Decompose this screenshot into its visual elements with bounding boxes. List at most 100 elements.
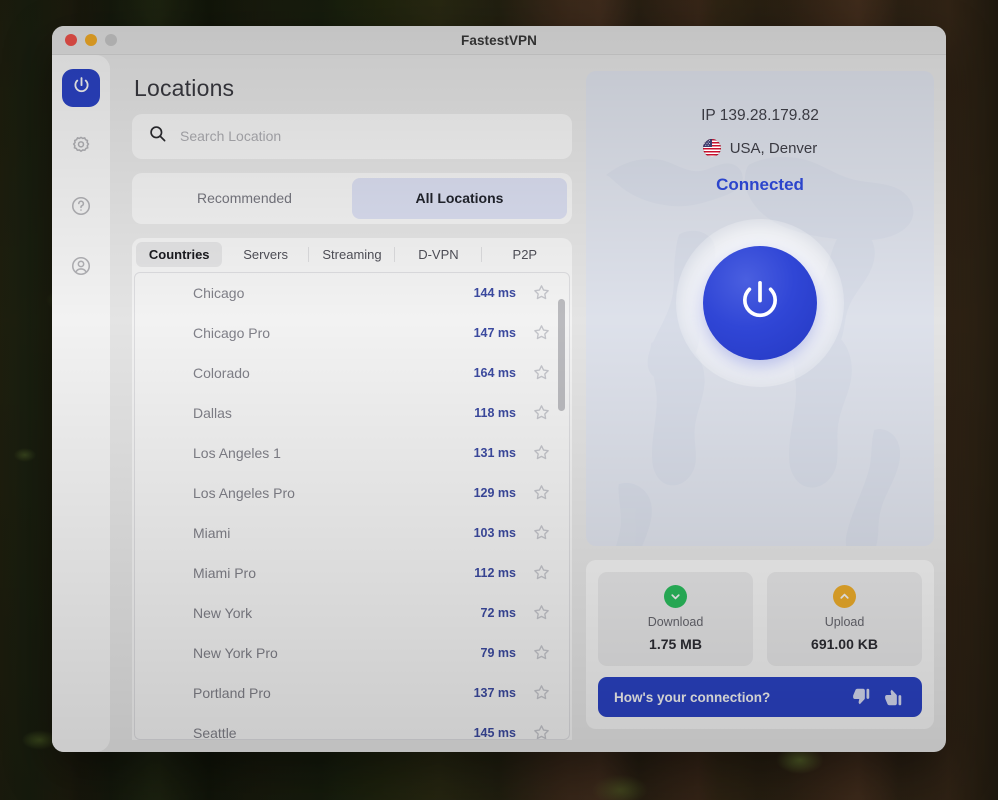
location-row[interactable]: Los Angeles Pro 129 ms xyxy=(135,473,551,513)
location-row[interactable]: Miami Pro 112 ms xyxy=(135,553,551,593)
connection-map-card: IP 139.28.179.82 USA, Denver Connected xyxy=(586,71,934,546)
location-name: Miami xyxy=(193,524,231,541)
tab-streaming[interactable]: Streaming xyxy=(307,242,395,267)
favorite-star-icon[interactable] xyxy=(532,523,551,542)
location-latency: 147 ms xyxy=(473,325,516,340)
locations-scrollbar-thumb[interactable] xyxy=(558,298,565,411)
favorite-star-icon[interactable] xyxy=(532,283,551,302)
power-icon xyxy=(71,75,92,101)
location-row[interactable]: Chicago 144 ms xyxy=(135,273,551,313)
chevron-down-icon xyxy=(664,585,687,608)
tab-p2p[interactable]: P2P xyxy=(480,242,568,267)
location-latency: 164 ms xyxy=(473,365,516,380)
locations-list-card: Countries Servers Streaming D-VPN P2P Ch… xyxy=(132,237,572,740)
location-name: New York Pro xyxy=(193,644,278,661)
location-latency: 112 ms xyxy=(474,565,516,580)
sidebar-item-settings[interactable] xyxy=(62,129,100,167)
window-title: FastestVPN xyxy=(460,32,538,48)
chevron-up-icon xyxy=(833,585,856,608)
locations-list: Chicago 144 ms Chicago Pro 147 ms Colorado 16… xyxy=(135,273,569,739)
location-row[interactable]: New York 72 ms xyxy=(135,593,551,633)
download-value: 1.75 MB xyxy=(649,636,702,652)
power-button-area xyxy=(676,219,844,387)
favorite-star-icon[interactable] xyxy=(532,483,551,502)
favorite-star-icon[interactable] xyxy=(532,443,551,462)
location-latency: 103 ms xyxy=(473,525,516,540)
favorite-star-icon[interactable] xyxy=(532,323,551,342)
location-row[interactable]: Portland Pro 137 ms xyxy=(135,673,551,713)
power-icon xyxy=(734,275,786,332)
location-row[interactable]: New York Pro 79 ms xyxy=(135,633,551,673)
desktop-wallpaper: FastestVPN Locations Search Location Rec… xyxy=(0,0,998,800)
download-stat: Download 1.75 MB xyxy=(598,572,753,666)
location-name: New York xyxy=(193,604,253,621)
search-input[interactable] xyxy=(180,128,558,145)
sidebar-item-help[interactable] xyxy=(62,189,100,227)
location-name: Colorado xyxy=(193,364,250,381)
window-titlebar: FastestVPN xyxy=(52,26,946,55)
location-latency: 79 ms xyxy=(480,645,516,660)
location-name: Dallas xyxy=(193,404,232,421)
favorite-star-icon[interactable] xyxy=(532,363,551,382)
location-name: Los Angeles Pro xyxy=(193,484,295,501)
traffic-stats-card: Download 1.75 MB Upload 691.00 KB How's … xyxy=(586,560,934,729)
connection-status: Connected xyxy=(716,175,804,194)
connect-toggle-button[interactable] xyxy=(703,246,817,360)
us-flag-icon xyxy=(702,139,721,157)
tab-servers[interactable]: Servers xyxy=(222,242,308,267)
server-location-label: USA, Denver xyxy=(729,139,818,157)
search-icon xyxy=(148,124,167,148)
sidebar-item-power[interactable] xyxy=(62,69,100,107)
location-row[interactable]: Seattle 145 ms xyxy=(135,713,551,739)
server-location: USA, Denver xyxy=(702,139,818,157)
connection-panel: IP 139.28.179.82 USA, Denver Connected D… xyxy=(586,65,934,740)
location-latency: 129 ms xyxy=(473,485,516,500)
app-window: FastestVPN Locations Search Location Rec… xyxy=(52,26,946,752)
location-latency: 144 ms xyxy=(473,285,516,300)
location-latency: 131 ms xyxy=(473,445,516,460)
feedback-prompt: How's your connection? xyxy=(614,689,771,705)
favorite-star-icon[interactable] xyxy=(532,723,551,739)
thumbs-down-icon[interactable] xyxy=(850,686,872,708)
location-latency: 137 ms xyxy=(473,685,516,700)
upload-stat: Upload 691.00 KB xyxy=(767,572,922,666)
locations-tabs: Countries Servers Streaming D-VPN P2P xyxy=(132,238,572,272)
favorite-star-icon[interactable] xyxy=(532,683,551,702)
locations-panel: Locations Recommended xyxy=(132,65,572,740)
location-row[interactable]: Chicago Pro 147 ms xyxy=(135,313,551,353)
page-title: Locations xyxy=(134,75,235,101)
ip-address: IP 139.28.179.82 xyxy=(701,107,819,124)
location-row[interactable]: Dallas 118 ms xyxy=(135,393,551,433)
location-latency: 118 ms xyxy=(474,405,516,420)
sidebar-item-account[interactable] xyxy=(62,249,100,287)
favorite-star-icon[interactable] xyxy=(532,603,551,622)
location-row[interactable]: Los Angeles 1 131 ms xyxy=(135,433,551,473)
favorite-star-icon[interactable] xyxy=(532,403,551,422)
favorite-star-icon[interactable] xyxy=(532,643,551,662)
segment-all-locations[interactable]: All Locations xyxy=(352,177,567,219)
download-label: Download xyxy=(647,615,704,629)
upload-value: 691.00 KB xyxy=(811,636,878,652)
question-circle-icon xyxy=(70,195,92,222)
favorite-star-icon[interactable] xyxy=(532,563,551,582)
user-circle-icon xyxy=(70,255,92,282)
location-name: Portland Pro xyxy=(193,684,271,701)
sidebar xyxy=(52,55,110,752)
tab-countries[interactable]: Countries xyxy=(136,242,223,268)
locations-list-viewport: Chicago 144 ms Chicago Pro 147 ms Colorado 16… xyxy=(134,271,570,740)
thumbs-up-icon[interactable] xyxy=(882,686,904,708)
upload-label: Upload xyxy=(824,615,865,629)
location-name: Chicago xyxy=(193,284,245,301)
segment-recommended[interactable]: Recommended xyxy=(137,178,352,219)
search-bar[interactable] xyxy=(132,114,572,159)
tab-dvpn[interactable]: D-VPN xyxy=(394,242,481,267)
location-latency: 145 ms xyxy=(473,725,516,739)
location-scope-segmented-control: Recommended All Locations xyxy=(132,172,572,224)
location-latency: 72 ms xyxy=(480,605,516,620)
location-row[interactable]: Miami 103 ms xyxy=(135,513,551,553)
location-name: Seattle xyxy=(193,724,237,739)
locations-scrollbar[interactable] xyxy=(558,277,565,735)
feedback-bar: How's your connection? xyxy=(598,677,922,717)
location-row[interactable]: Colorado 164 ms xyxy=(135,353,551,393)
location-name: Los Angeles 1 xyxy=(193,444,281,461)
